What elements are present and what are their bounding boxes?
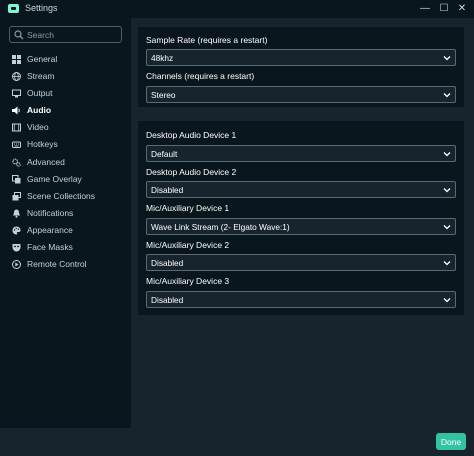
sidebar-item-stream[interactable]: Stream [0, 68, 131, 85]
sidebar-item-notifications[interactable]: Notifications [0, 205, 131, 222]
sidebar-nav: General Stream Output Audio Video Hotkey… [0, 51, 131, 273]
sidebar-item-audio[interactable]: Audio [0, 102, 131, 119]
sidebar-item-label: Stream [27, 71, 55, 82]
desktop-audio-2-select[interactable]: Disabled [146, 181, 456, 198]
channels-label: Channels (requires a restart) [146, 71, 255, 81]
sidebar-item-game-overlay[interactable]: Game Overlay [0, 171, 131, 188]
sidebar-item-label: Video [27, 122, 49, 133]
search-icon [14, 30, 24, 40]
sidebar-item-general[interactable]: General [0, 51, 131, 68]
mic-aux-1-select[interactable]: Wave Link Stream (2- Elgato Wave:1) [146, 218, 456, 235]
sidebar-item-label: Appearance [27, 224, 73, 235]
desktop-audio-2-label: Desktop Audio Device 2 [146, 167, 237, 177]
bell-icon [12, 209, 21, 218]
audio-devices-panel: Desktop Audio Device 1 Default Desktop A… [138, 121, 464, 315]
desktop-audio-1-value: Default [151, 149, 178, 159]
sample-rate-label: Sample Rate (requires a restart) [146, 35, 268, 45]
audio-format-panel: Sample Rate (requires a restart) 48khz C… [138, 27, 464, 107]
sample-rate-value: 48khz [151, 53, 174, 63]
monitor-icon [12, 89, 21, 98]
search-box[interactable] [9, 26, 122, 43]
chevron-down-icon [443, 188, 451, 193]
sidebar-item-advanced[interactable]: Advanced [0, 154, 131, 171]
globe-icon [12, 72, 21, 82]
done-button[interactable]: Done [436, 433, 466, 450]
sidebar-item-label: Audio [27, 105, 52, 116]
chevron-down-icon [443, 261, 451, 266]
mic-aux-3-select[interactable]: Disabled [146, 291, 456, 308]
sidebar-item-remote-control[interactable]: Remote Control [0, 256, 131, 273]
sidebar-item-label: Face Masks [27, 242, 73, 253]
title-bar: Settings — ☐ ✕ [0, 0, 474, 18]
minimize-button[interactable]: — [418, 2, 432, 16]
gears-icon [12, 158, 21, 167]
channels-value: Stereo [151, 90, 176, 100]
overlay-icon [12, 174, 21, 184]
sidebar-item-label: Game Overlay [27, 173, 82, 184]
sidebar-item-output[interactable]: Output [0, 85, 131, 102]
chevron-down-icon [443, 225, 451, 230]
chevron-down-icon [443, 152, 451, 157]
mic-aux-1-label: Mic/Auxiliary Device 1 [146, 203, 230, 213]
sidebar-item-video[interactable]: Video [0, 119, 131, 136]
mic-aux-2-select[interactable]: Disabled [146, 254, 456, 271]
chevron-down-icon [443, 93, 451, 98]
sidebar-item-appearance[interactable]: Appearance [0, 222, 131, 239]
mic-aux-2-value: Disabled [151, 258, 184, 268]
collections-icon [12, 191, 21, 201]
sidebar-item-label: Remote Control [27, 259, 87, 270]
sidebar-item-hotkeys[interactable]: Hotkeys [0, 136, 131, 153]
film-icon [12, 123, 21, 132]
sidebar-item-face-masks[interactable]: Face Masks [0, 239, 131, 256]
sidebar-item-label: Hotkeys [27, 139, 58, 150]
mic-aux-1-value: Wave Link Stream (2- Elgato Wave:1) [151, 222, 290, 232]
keyboard-icon [12, 140, 21, 149]
sidebar-item-label: Advanced [27, 156, 65, 167]
sidebar-item-scene-collections[interactable]: Scene Collections [0, 188, 131, 205]
app-logo-icon [8, 4, 19, 13]
sidebar-item-label: Scene Collections [27, 190, 96, 201]
sidebar-item-label: General [27, 54, 58, 64]
sidebar-item-label: Output [27, 88, 53, 99]
paint-icon [12, 226, 21, 235]
footer-bar [0, 428, 474, 456]
close-button[interactable]: ✕ [455, 2, 469, 16]
mic-aux-3-label: Mic/Auxiliary Device 3 [146, 276, 230, 286]
channels-select[interactable]: Stereo [146, 86, 456, 103]
mic-aux-2-label: Mic/Auxiliary Device 2 [146, 240, 230, 250]
sidebar-item-label: Notifications [27, 207, 74, 218]
chevron-down-icon [443, 298, 451, 303]
sample-rate-select[interactable]: 48khz [146, 49, 456, 66]
mic-aux-3-value: Disabled [151, 295, 184, 305]
mask-icon [12, 243, 21, 252]
search-input[interactable] [27, 28, 117, 41]
grid-icon [12, 55, 21, 64]
remote-icon [12, 260, 21, 270]
desktop-audio-1-select[interactable]: Default [146, 145, 456, 162]
desktop-audio-1-label: Desktop Audio Device 1 [146, 130, 237, 140]
maximize-button[interactable]: ☐ [437, 2, 451, 16]
window-title: Settings [25, 3, 58, 13]
speaker-icon [12, 106, 21, 115]
chevron-down-icon [443, 56, 451, 61]
desktop-audio-2-value: Disabled [151, 185, 184, 195]
